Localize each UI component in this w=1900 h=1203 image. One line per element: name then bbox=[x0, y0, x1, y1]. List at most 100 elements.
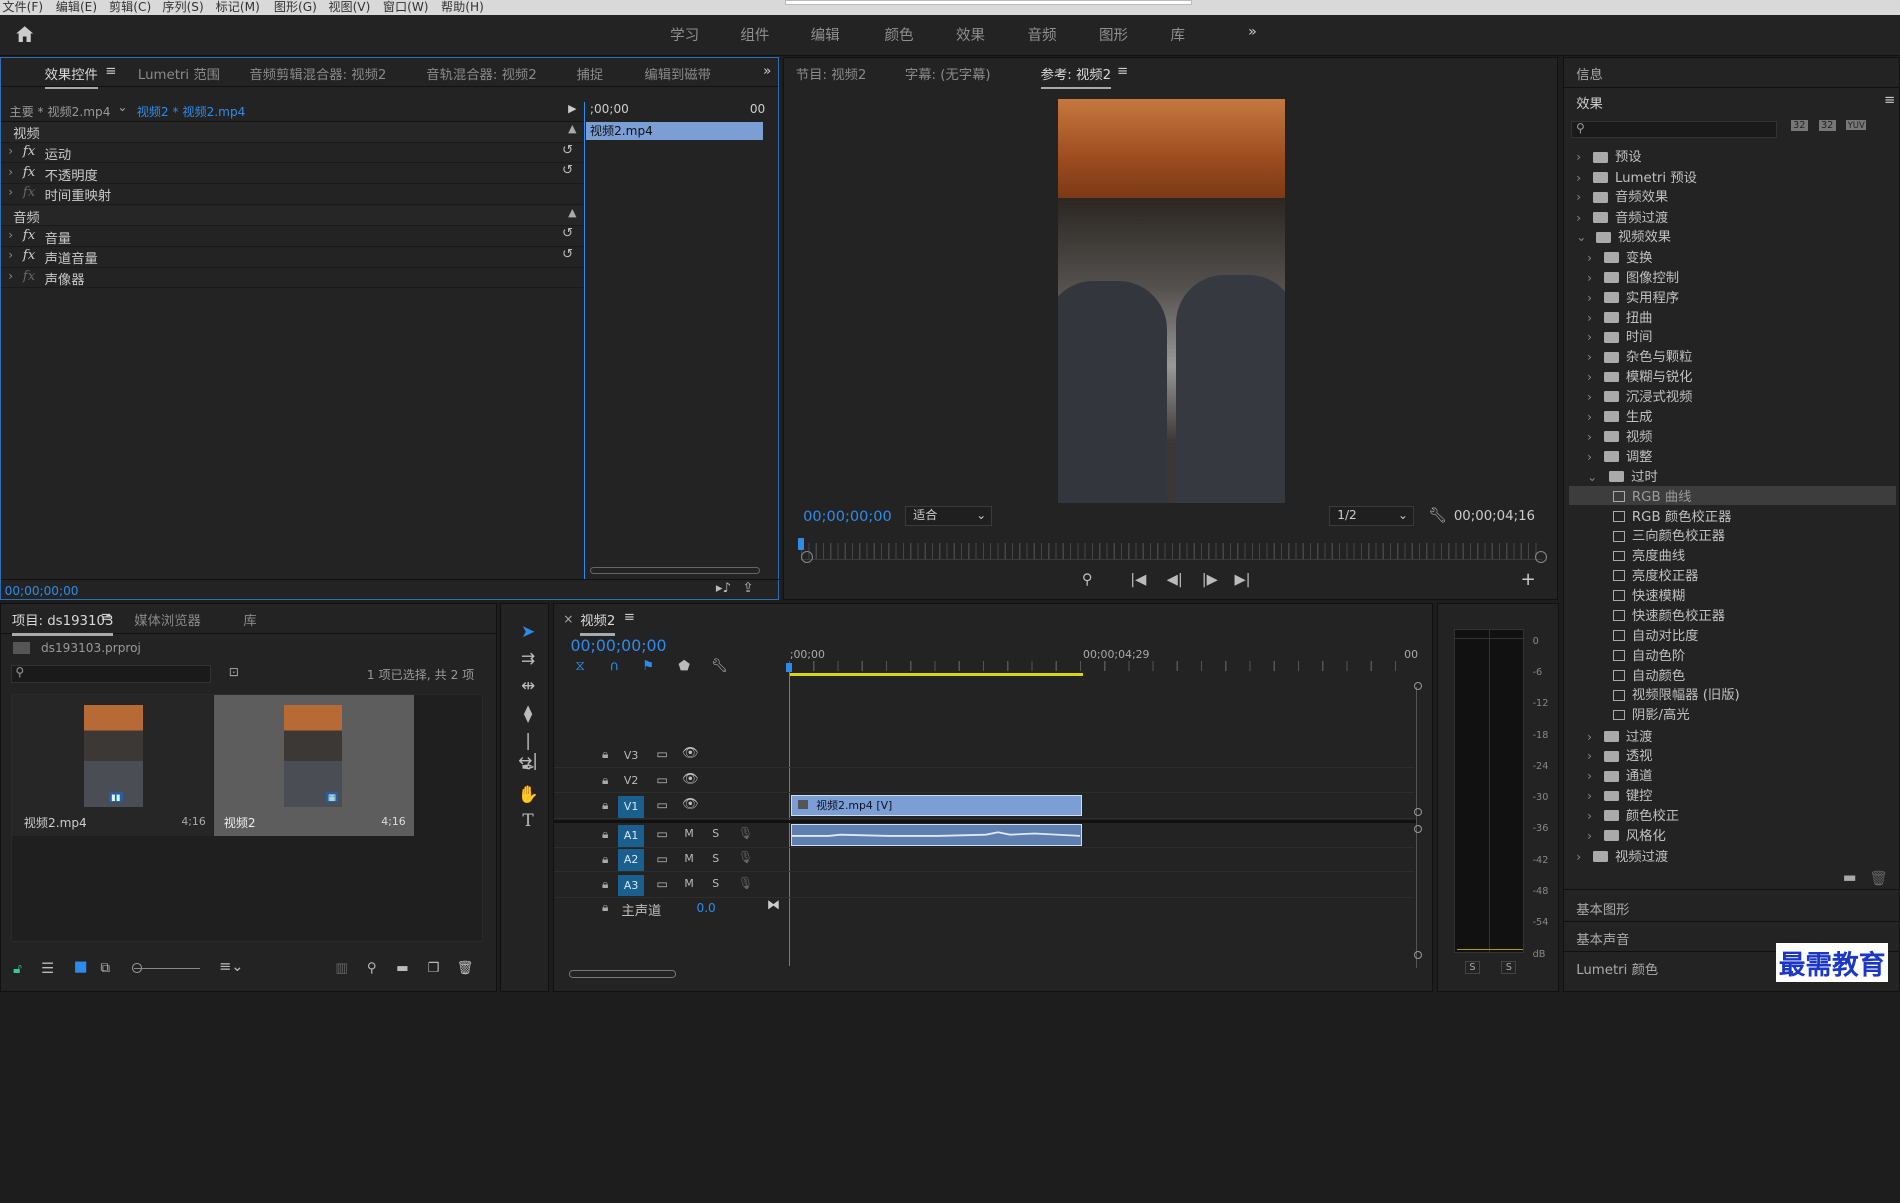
project-search-input[interactable]: ⚲ bbox=[10, 665, 211, 684]
info-tab[interactable]: 信息 bbox=[1576, 64, 1603, 83]
tree-folder-6[interactable]: › 模糊与锐化 bbox=[1587, 366, 1692, 385]
tree-folder-after-1[interactable]: › 透视 bbox=[1587, 745, 1652, 764]
lock-icon[interactable]: 🔒︎ bbox=[602, 827, 608, 842]
collapse-icon[interactable]: ▲ bbox=[568, 122, 576, 135]
more-workspaces-icon[interactable]: » bbox=[1248, 24, 1257, 40]
filter-audio-icon[interactable]: ▸♪ bbox=[716, 581, 731, 596]
mute-button[interactable]: M bbox=[684, 852, 693, 865]
effect-row-panner[interactable]: › fx 声像器 bbox=[1, 268, 583, 289]
sync-lock-icon[interactable]: ▭ bbox=[657, 747, 668, 761]
new-bin-icon[interactable]: ▬ bbox=[1843, 870, 1857, 886]
workspace-assembly[interactable]: 组件 bbox=[740, 24, 769, 45]
tree-effect-5[interactable]: 快速模糊 bbox=[1569, 585, 1896, 604]
menu-file[interactable]: 文件(F) bbox=[2, 0, 43, 15]
tree-effect-8[interactable]: 自动色阶 bbox=[1569, 645, 1896, 664]
selection-tool-icon[interactable]: ➤ bbox=[516, 621, 540, 645]
tab-project[interactable]: 项目: ds193103 bbox=[11, 610, 113, 636]
program-playhead[interactable] bbox=[798, 537, 805, 550]
tree-effect-7[interactable]: 自动对比度 bbox=[1569, 625, 1896, 644]
master-volume[interactable]: 0.0 bbox=[697, 901, 716, 915]
chevron-right-icon[interactable]: › bbox=[8, 269, 13, 283]
vscroll-handle-audio[interactable] bbox=[1413, 824, 1423, 834]
lock-icon[interactable]: 🔒︎ bbox=[602, 773, 608, 788]
essential-sound-tab[interactable]: 基本声音 bbox=[1576, 929, 1629, 948]
play-only-icon[interactable]: ▶ bbox=[568, 102, 576, 115]
program-timecode[interactable]: 00;00;00;00 bbox=[803, 509, 892, 525]
chevron-right-icon[interactable]: › bbox=[8, 248, 13, 262]
track-target-button[interactable]: V1 bbox=[617, 795, 645, 818]
chevron-right-icon[interactable]: › bbox=[8, 185, 13, 199]
find-icon[interactable]: ⚲ bbox=[367, 961, 377, 976]
solo-button[interactable]: S bbox=[712, 827, 719, 840]
effect-row-motion[interactable]: › fx 运动 ↺ bbox=[1, 143, 583, 164]
tree-folder-4[interactable]: › 时间 bbox=[1587, 326, 1652, 345]
zoom-slider-handle[interactable] bbox=[131, 963, 142, 973]
mic-icon[interactable]: 🎙︎ bbox=[738, 850, 753, 864]
track-target-button[interactable]: A1 bbox=[617, 824, 645, 847]
workspace-libraries[interactable]: 库 bbox=[1171, 24, 1186, 45]
go-to-end-icon[interactable]: ⧓ bbox=[767, 898, 780, 913]
chevron-right-icon[interactable]: › bbox=[8, 165, 13, 179]
workspace-effects[interactable]: 效果 bbox=[956, 24, 985, 45]
panel-menu-icon[interactable]: ≡ bbox=[105, 64, 116, 79]
ec-timecode[interactable]: 00;00;00;00 bbox=[5, 584, 79, 598]
reset-icon[interactable]: ↺ bbox=[562, 226, 573, 241]
tree-folder-after-5[interactable]: › 风格化 bbox=[1587, 825, 1666, 844]
lock-icon[interactable]: 🔒︎ bbox=[602, 798, 608, 813]
lock-icon[interactable]: 🔒︎ bbox=[602, 852, 608, 867]
tab-effect-controls[interactable]: 效果控件 bbox=[44, 64, 98, 89]
chevron-down-icon[interactable]: ⌄ bbox=[117, 100, 127, 114]
tree-item-video-transitions[interactable]: › 视频过渡 bbox=[1576, 846, 1668, 865]
timeline-ruler[interactable] bbox=[788, 661, 1414, 672]
tree-effect-2[interactable]: 三向颜色校正器 bbox=[1569, 525, 1896, 544]
ec-clip-bar[interactable]: 视频2.mp4 bbox=[586, 122, 764, 141]
work-area-bar[interactable] bbox=[788, 673, 1084, 676]
tree-folder-after-0[interactable]: › 过渡 bbox=[1587, 726, 1652, 745]
mute-button[interactable]: M bbox=[684, 877, 693, 890]
lock-icon[interactable]: 🔓︎ bbox=[13, 962, 22, 977]
tree-effect-3[interactable]: 亮度曲线 bbox=[1569, 545, 1896, 564]
delete-icon[interactable]: 🗑︎ bbox=[1869, 870, 1887, 887]
vscroll-handle-bottom[interactable] bbox=[1413, 950, 1423, 960]
accelerated-effects-icon[interactable]: 32 bbox=[1790, 119, 1808, 131]
zoom-slider[interactable] bbox=[134, 967, 200, 970]
track-target-button[interactable]: V3 bbox=[618, 745, 645, 767]
project-item-sequence[interactable]: ▦ 视频2 4;16 bbox=[214, 695, 414, 836]
icon-view-icon[interactable]: ■ bbox=[74, 959, 88, 975]
lumetri-color-tab[interactable]: Lumetri 颜色 bbox=[1576, 959, 1658, 978]
panel-menu-icon[interactable]: ≡ bbox=[1884, 93, 1895, 108]
tree-item-presets[interactable]: › 预设 bbox=[1576, 146, 1641, 165]
tree-folder-0[interactable]: › 变换 bbox=[1587, 247, 1652, 266]
mute-button[interactable]: M bbox=[684, 827, 693, 840]
solo-button[interactable]: S bbox=[712, 877, 719, 890]
menu-graphics[interactable]: 图形(G) bbox=[274, 0, 317, 15]
tree-item-audio-effects[interactable]: › 音频效果 bbox=[1576, 186, 1668, 205]
pen-tool-icon[interactable]: ✒ bbox=[516, 757, 540, 781]
nest-icon[interactable]: ⧖ bbox=[575, 659, 584, 674]
tree-folder-after-2[interactable]: › 通道 bbox=[1587, 765, 1652, 784]
tree-folder-2[interactable]: › 实用程序 bbox=[1587, 287, 1679, 306]
tab-lumetri-scopes[interactable]: Lumetri 范围 bbox=[138, 64, 220, 83]
essential-graphics-tab[interactable]: 基本图形 bbox=[1576, 899, 1629, 918]
tab-captions[interactable]: 字幕: (无字幕) bbox=[905, 64, 991, 83]
marker-icon[interactable]: ⬟ bbox=[678, 659, 690, 674]
effects-tab[interactable]: 效果 bbox=[1576, 93, 1603, 112]
eye-icon[interactable]: 👁︎ bbox=[682, 772, 699, 787]
scroll-start-handle[interactable] bbox=[800, 551, 813, 564]
new-item-icon[interactable]: ❐ bbox=[428, 961, 440, 976]
workspace-color[interactable]: 颜色 bbox=[885, 24, 914, 45]
sync-lock-icon[interactable]: ▭ bbox=[657, 877, 668, 891]
lock-icon[interactable]: 🔒︎ bbox=[602, 877, 608, 892]
program-ruler[interactable] bbox=[800, 542, 1543, 560]
tree-effect-9[interactable]: 自动颜色 bbox=[1569, 665, 1896, 684]
video-clip[interactable]: 视频2.mp4 [V] bbox=[791, 794, 1082, 817]
tree-folder-5[interactable]: › 杂色与颗粒 bbox=[1587, 346, 1692, 365]
tab-program[interactable]: 节目: 视频2 bbox=[796, 64, 866, 83]
mic-icon[interactable]: 🎙︎ bbox=[738, 826, 753, 840]
tab-audio-clip-mixer[interactable]: 音频剪辑混合器: 视频2 bbox=[249, 64, 386, 83]
tree-effect-4[interactable]: 亮度校正器 bbox=[1569, 565, 1896, 584]
sync-lock-icon[interactable]: ▭ bbox=[657, 852, 668, 866]
panel-menu-icon[interactable]: ≡ bbox=[624, 610, 635, 625]
menu-edit[interactable]: 编辑(E) bbox=[56, 0, 97, 15]
tree-folder-after-3[interactable]: › 键控 bbox=[1587, 785, 1652, 804]
